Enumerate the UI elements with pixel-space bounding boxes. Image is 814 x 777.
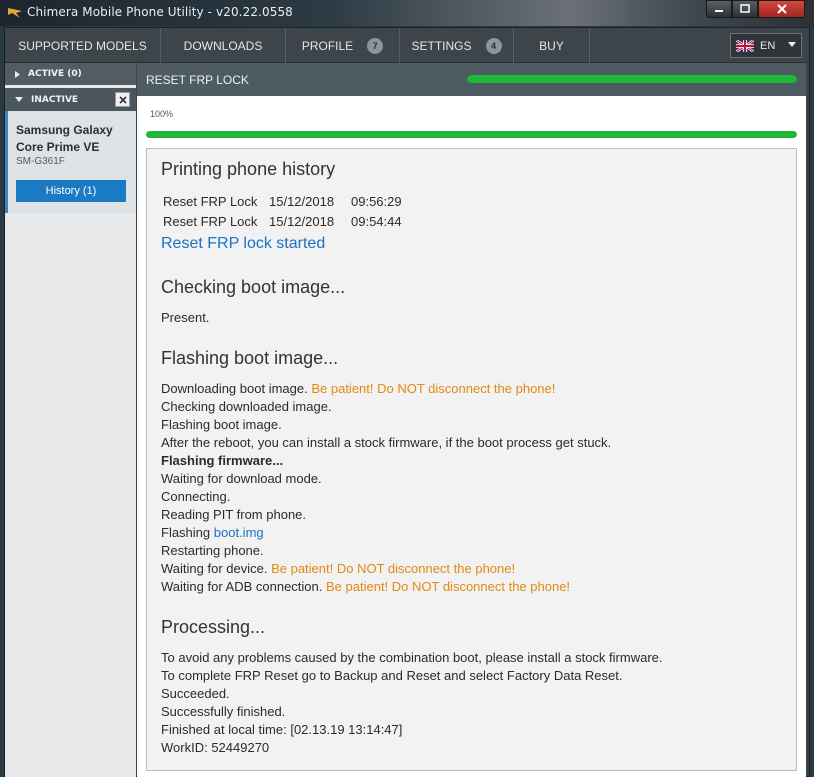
nav-supported-models[interactable]: SUPPORTED MODELS <box>5 28 161 63</box>
profile-badge: 7 <box>367 37 384 54</box>
caret-right-icon <box>15 70 20 78</box>
nav-label: DOWNLOADS <box>183 38 263 53</box>
chimera-logo-icon <box>8 8 22 18</box>
header-progress-fill <box>467 75 797 83</box>
log-frp-started: Reset FRP lock started <box>161 235 326 252</box>
log-line: Connecting. <box>161 489 231 504</box>
log-text: Downloading boot image. <box>161 381 308 396</box>
maximize-icon <box>740 4 750 13</box>
log-line: After the reboot, you can install a stoc… <box>161 435 612 450</box>
active-section-header[interactable]: ACTIVE (0) <box>5 63 136 85</box>
progress-percent: 100% <box>150 109 174 119</box>
nav-label: SUPPORTED MODELS <box>18 38 147 53</box>
operation-title: RESET FRP LOCK <box>146 73 249 87</box>
nav-buy[interactable]: BUY <box>514 28 590 63</box>
uk-flag-icon <box>736 39 754 52</box>
log-line: Reading PIT from phone. <box>161 507 307 522</box>
log-line: To avoid any problems caused by the comb… <box>161 650 663 665</box>
log-heading-processing: Processing... <box>161 617 266 637</box>
log-line: Checking downloaded image. <box>161 399 332 414</box>
history-date: 15/12/2018 <box>269 194 335 209</box>
log-line: To complete FRP Reset go to Backup and R… <box>161 668 623 683</box>
log-text: Waiting for ADB connection. <box>161 579 323 594</box>
active-label: ACTIVE (0) <box>28 69 82 79</box>
nav-downloads[interactable]: DOWNLOADS <box>161 28 286 63</box>
log-line: WorkID: 52449270 <box>161 740 270 755</box>
close-icon <box>118 95 127 104</box>
log-panel: Printing phone history Reset FRP Lock 15… <box>146 148 797 771</box>
log-line: Waiting for download mode. <box>161 471 322 486</box>
boot-img-link: boot.img <box>213 525 264 540</box>
log-line: Waiting for device. Be patient! Do NOT d… <box>161 561 515 576</box>
history-time: 09:56:29 <box>351 194 402 209</box>
log-line-bold: Flashing firmware... <box>161 453 284 468</box>
log-heading-checking: Checking boot image... <box>161 277 346 297</box>
log-text: Flashing <box>161 525 211 540</box>
main-progress-bar <box>146 131 797 138</box>
top-nav: SUPPORTED MODELS DOWNLOADS PROFILE 7 SET… <box>5 28 808 63</box>
device-card[interactable]: Samsung Galaxy Core Prime VE SM-G361F Hi… <box>5 111 136 213</box>
log-line: Finished at local time: [02.13.19 13:14:… <box>161 722 403 737</box>
log-heading-printing: Printing phone history <box>161 159 336 179</box>
sidebar: ACTIVE (0) INACTIVE Samsung Galaxy Core … <box>5 63 136 777</box>
log-line: Waiting for ADB connection. Be patient! … <box>161 579 570 594</box>
settings-badge: 4 <box>485 37 502 54</box>
caret-down-icon <box>15 97 23 102</box>
close-inactive-button[interactable] <box>115 92 130 107</box>
inactive-section-header[interactable]: INACTIVE <box>5 88 136 111</box>
nav-settings[interactable]: SETTINGS 4 <box>400 28 514 63</box>
language-select[interactable]: EN <box>730 33 802 58</box>
log-warning: Be patient! Do NOT disconnect the phone! <box>326 579 571 594</box>
log-line: Flashing boot.img <box>161 525 264 540</box>
operation-header: RESET FRP LOCK <box>137 63 806 96</box>
device-model: SM-G361F <box>16 156 65 167</box>
log-line: Succeeded. <box>161 686 230 701</box>
close-button[interactable] <box>758 0 805 18</box>
history-date: 15/12/2018 <box>269 214 335 229</box>
nav-label: SETTINGS <box>411 38 472 53</box>
history-operation: Reset FRP Lock <box>163 214 258 229</box>
maximize-button[interactable] <box>732 0 758 18</box>
log-warning: Be patient! Do NOT disconnect the phone! <box>271 561 516 576</box>
log-line: Flashing boot image. <box>161 417 282 432</box>
title-bar: Chimera Mobile Phone Utility - v20.22.05… <box>0 0 814 26</box>
language-code: EN <box>760 39 776 52</box>
log-line: Successfully finished. <box>161 704 286 719</box>
history-button[interactable]: History (1) <box>16 180 126 202</box>
log-line: Restarting phone. <box>161 543 264 558</box>
nav-profile[interactable]: PROFILE 7 <box>286 28 400 63</box>
history-time: 09:54:44 <box>351 214 402 229</box>
history-operation: Reset FRP Lock <box>163 194 258 209</box>
minimize-icon <box>715 10 723 12</box>
minimize-button[interactable] <box>706 0 732 18</box>
inactive-label: INACTIVE <box>31 94 79 105</box>
log-line: Present. <box>161 310 210 325</box>
log-text: Waiting for device. <box>161 561 268 576</box>
window-title: Chimera Mobile Phone Utility - v20.22.05… <box>27 5 293 19</box>
main-progress-fill <box>146 131 797 138</box>
log-warning: Be patient! Do NOT disconnect the phone! <box>311 381 556 396</box>
log-heading-flashing: Flashing boot image... <box>161 348 339 368</box>
log-line: Downloading boot image. Be patient! Do N… <box>161 381 555 396</box>
header-progress-bar <box>467 75 797 83</box>
nav-label: BUY <box>539 38 564 53</box>
nav-label: PROFILE <box>301 38 354 53</box>
device-name: Samsung Galaxy Core Prime VE <box>16 123 113 154</box>
close-icon <box>776 4 787 14</box>
chevron-down-icon <box>788 42 796 47</box>
